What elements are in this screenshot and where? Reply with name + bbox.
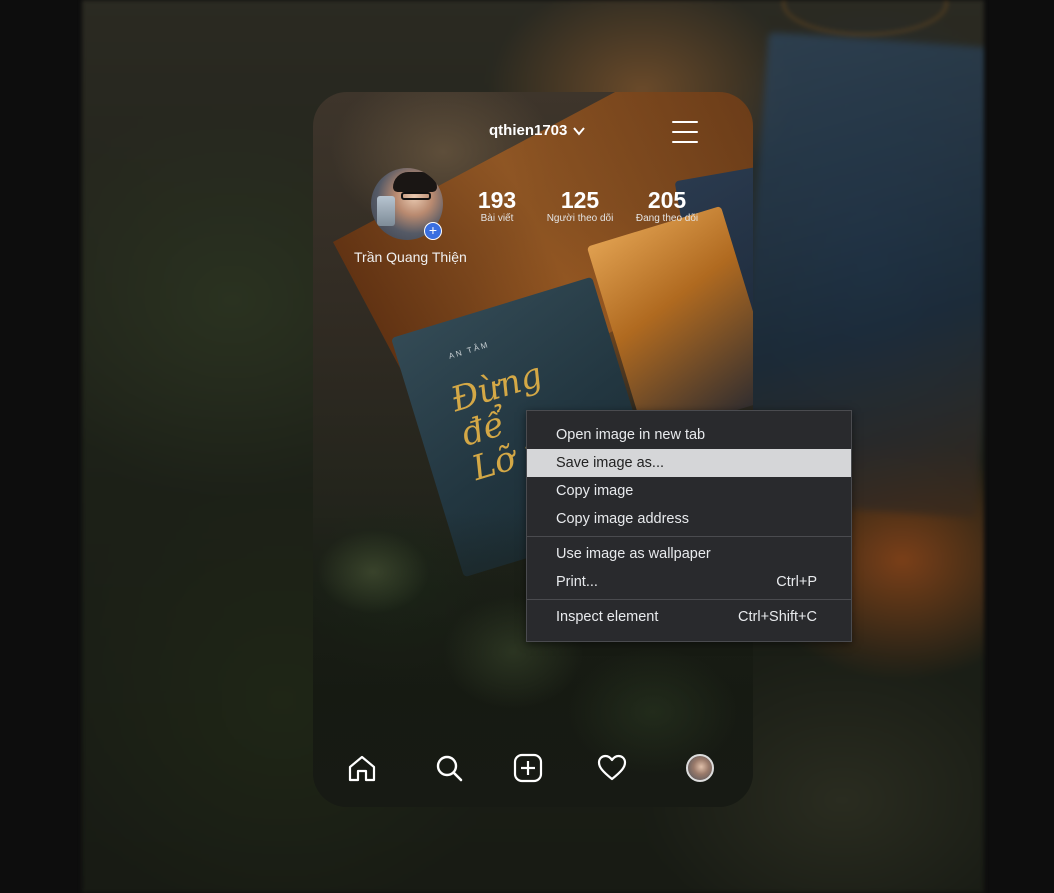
stat-posts[interactable]: 193 Bài viết [475, 187, 519, 225]
avatar-hair [393, 172, 437, 192]
menu-open-image-new-tab[interactable]: Open image in new tab [527, 421, 851, 449]
menu-item-shortcut: Ctrl+P [776, 574, 817, 590]
stat-followers-label: Người theo dõi [546, 213, 614, 224]
avatar-glasses [401, 192, 431, 200]
menu-use-as-wallpaper[interactable]: Use image as wallpaper [527, 540, 851, 568]
stat-following-label: Đang theo dõi [635, 213, 699, 224]
context-menu[interactable]: Open image in new tab Save image as... C… [526, 410, 852, 642]
home-icon[interactable] [346, 752, 378, 784]
stat-followers[interactable]: 125 Người theo dõi [539, 187, 621, 225]
menu-item-label: Open image in new tab [556, 427, 706, 443]
menu-copy-image[interactable]: Copy image [527, 477, 851, 505]
stat-followers-value: 125 [560, 187, 600, 213]
menu-item-label: Save image as... [556, 455, 664, 471]
menu-item-label: Use image as wallpaper [556, 546, 711, 562]
heart-icon[interactable] [596, 752, 628, 784]
menu-separator [527, 536, 851, 537]
search-icon[interactable] [433, 752, 465, 784]
menu-copy-image-address[interactable]: Copy image address [527, 505, 851, 533]
menu-separator [527, 599, 851, 600]
menu-item-label: Copy image address [556, 511, 689, 527]
profile-avatar[interactable] [686, 754, 714, 782]
menu-print[interactable]: Print... Ctrl+P [527, 568, 851, 596]
avatar-phone [377, 196, 395, 226]
stat-following[interactable]: 205 Đang theo dõi [628, 187, 706, 225]
menu-item-shortcut: Ctrl+Shift+C [738, 609, 817, 625]
add-story-button[interactable]: + [424, 222, 442, 240]
display-name: Trần Quang Thiện [354, 249, 467, 265]
menu-save-image-as[interactable]: Save image as... [527, 449, 851, 477]
add-post-icon[interactable] [512, 752, 544, 784]
hamburger-menu-icon[interactable] [672, 121, 698, 145]
menu-item-label: Copy image [556, 483, 634, 499]
menu-item-label: Inspect element [556, 609, 659, 625]
chevron-down-icon [573, 126, 586, 136]
stat-posts-value: 193 [477, 187, 517, 213]
book-author: AN TÂM [447, 339, 491, 361]
username-switcher[interactable]: qthien1703 [489, 122, 586, 139]
menu-item-label: Print... [556, 574, 598, 590]
username-label: qthien1703 [489, 122, 568, 139]
stat-posts-label: Bài viết [480, 213, 514, 224]
menu-inspect-element[interactable]: Inspect element Ctrl+Shift+C [527, 603, 851, 631]
background-lamp-ring [782, 0, 948, 36]
stat-following-value: 205 [647, 187, 687, 213]
